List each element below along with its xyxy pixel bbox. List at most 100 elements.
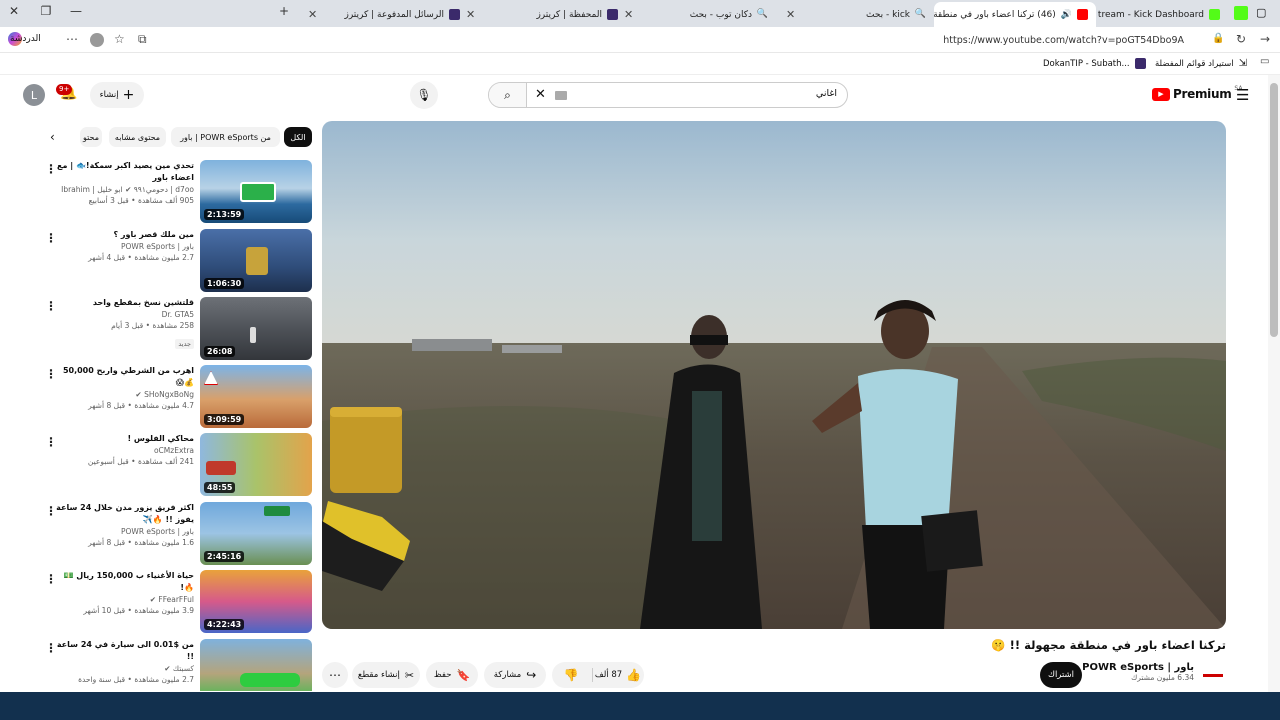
close-window-icon[interactable]: ✕ <box>4 4 24 18</box>
keyboard-icon[interactable] <box>555 91 567 100</box>
folder-icon[interactable]: ▭ <box>1260 56 1269 67</box>
lock-icon[interactable]: 🔒 <box>1212 33 1224 44</box>
chip-label: محتو <box>83 132 99 142</box>
microphone-icon: 🎙 <box>416 88 432 102</box>
bookmark-dokan[interactable]: DokanTIP - Subath... <box>1043 58 1146 69</box>
video-meta: 1.6 مليون مشاهدة • قبل 8 أشهر <box>88 538 194 547</box>
channel-name[interactable]: باور | POWR eSports <box>52 241 194 252</box>
video-title[interactable]: اهرب من الشرطي واربح 50,000 💰😱 <box>52 365 194 389</box>
maximize-window-icon[interactable]: ❐ <box>36 4 56 18</box>
search-input[interactable]: ⌕ ✕ اغاني <box>488 82 848 108</box>
video-thumbnail[interactable]: 4:22:43 <box>200 570 312 633</box>
video-thumbnail[interactable]: 1:06:30 <box>200 229 312 292</box>
sidebar-video-item[interactable]: 3:09:59 اهرب من الشرطي واربح 50,000 💰😱 S… <box>40 365 312 429</box>
clip-button[interactable]: ✂ إنشاء مقطع <box>352 662 420 688</box>
video-title[interactable]: اكثر فريق يزور مدن خلال 24 ساعة يفوز !! … <box>52 502 194 526</box>
chip-from-powr[interactable]: من POWR eSports | باور <box>171 127 280 147</box>
scrollbar-thumb[interactable] <box>1270 83 1278 337</box>
video-thumbnail[interactable] <box>200 639 312 691</box>
favorites-icon[interactable]: ☆ <box>114 32 125 46</box>
search-button[interactable]: ⌕ <box>489 83 527 107</box>
speaker-icon[interactable]: 🔊 <box>1061 10 1072 20</box>
video-thumbnail[interactable]: 2:45:16 <box>200 502 312 565</box>
video-title[interactable]: حياة الأغنياء ب 150,000 ريال 💵🔥! <box>52 570 194 594</box>
refresh-icon[interactable]: ↻ <box>1236 32 1246 46</box>
close-tab-icon[interactable]: ✕ <box>308 8 317 21</box>
more-actions-icon[interactable]: ⋮ <box>45 504 57 518</box>
like-button[interactable]: 👍 87 ألف <box>592 662 644 688</box>
sidebar-video-item[interactable]: 2:45:16 اكثر فريق يزور مدن خلال 24 ساعة … <box>40 502 312 566</box>
plus-icon: + <box>122 87 135 103</box>
more-actions-icon[interactable]: ⋮ <box>45 299 57 313</box>
chip-similar[interactable]: محتوى مشابه <box>109 127 166 147</box>
extensions-icon[interactable]: ⧉ <box>138 32 147 47</box>
tab-actions-icon[interactable]: ▢ <box>1256 6 1266 19</box>
more-actions-icon[interactable]: ⋮ <box>45 162 57 176</box>
save-button[interactable]: 🔖 حفظ <box>426 662 478 688</box>
channel-name[interactable]: Dr. GTA5 <box>52 309 194 320</box>
tab-kick-dashboard[interactable]: Stream - Kick Dashboard ✕ <box>1098 2 1228 27</box>
back-icon[interactable]: → <box>1260 32 1270 46</box>
sidebar-video-item[interactable]: من $0.01 الى سيارة في 24 ساعة !! كسبتك ✔… <box>40 639 312 691</box>
minimize-window-icon[interactable]: — <box>66 4 86 18</box>
sidebar-video-item[interactable]: 1:06:30 مين ملك قصر باور ؟ باور | POWR e… <box>40 229 312 293</box>
video-title[interactable]: قلتشين نسخ بمقطع واحد <box>52 297 194 309</box>
video-thumbnail[interactable]: 3:09:59 <box>200 365 312 428</box>
tab-youtube-video[interactable]: 🔊 (46) تركنا اعضاء باور في منطقة ✕ <box>934 2 1096 27</box>
menu-hamburger-icon[interactable]: ☰ <box>1236 86 1249 104</box>
channel-name[interactable]: oCMzExtra <box>52 445 194 456</box>
video-title[interactable]: تحدي مين يصيد اكبر سمكة!🐟 | مع اعضاء باو… <box>52 160 194 184</box>
profile-avatar[interactable] <box>90 33 104 47</box>
share-button[interactable]: ↪ مشاركة <box>484 662 546 688</box>
more-actions-icon[interactable]: ⋮ <box>45 641 57 655</box>
create-button[interactable]: إنشاء + <box>90 82 144 108</box>
search-icon: ⌕ <box>504 87 511 102</box>
channel-name[interactable]: كسبتك ✔ <box>52 663 194 674</box>
tab-paid-messages[interactable]: الرسائل المدفوعة | كريترز ✕ <box>300 2 468 27</box>
video-thumbnail[interactable]: 26:08 <box>200 297 312 360</box>
new-tab-icon[interactable]: + <box>274 4 294 18</box>
sidebar-video-item[interactable]: 2:13:59 تحدي مين يصيد اكبر سمكة!🐟 | مع ا… <box>40 160 312 224</box>
more-actions-icon[interactable]: ⋮ <box>45 367 57 381</box>
channel-avatar[interactable] <box>1200 664 1226 686</box>
channel-name[interactable]: باور | POWR eSports <box>1082 662 1194 673</box>
channel-name[interactable]: d7oo | دحومي٩٩١ ✔ ابو خليل | Ibrahim <box>52 184 194 195</box>
chip-similar-2[interactable]: محتو <box>80 127 102 147</box>
address-field[interactable]: https://www.youtube.com/watch?v=poGT54Db… <box>158 30 1228 50</box>
chip-all[interactable]: الكل <box>284 127 312 147</box>
video-title[interactable]: من $0.01 الى سيارة في 24 ساعة !! <box>52 639 194 663</box>
sidebar-video-item[interactable]: 26:08 قلتشين نسخ بمقطع واحد Dr. GTA5 258… <box>40 297 312 361</box>
close-tab-icon[interactable]: ✕ <box>786 8 795 21</box>
tab-wallet[interactable]: المحفظة | كريترز ✕ <box>458 2 626 27</box>
subscribe-button[interactable]: اشتراك <box>1040 662 1082 688</box>
video-title[interactable]: مين ملك قصر باور ؟ <box>52 229 194 241</box>
sidebar-video-item[interactable]: 4:22:43 حياة الأغنياء ب 150,000 ريال 💵🔥!… <box>40 570 312 634</box>
youtube-premium-logo[interactable]: ▶ Premium SA <box>1152 85 1242 101</box>
video-player[interactable] <box>322 121 1226 629</box>
more-actions-icon[interactable]: ⋮ <box>45 435 57 449</box>
page-scrollbar[interactable] <box>1268 75 1280 692</box>
close-tab-icon[interactable]: ✕ <box>466 8 475 21</box>
chips-next-chevron-icon[interactable]: ‹ <box>50 130 55 144</box>
bookmark-import[interactable]: استيراد قوائم المفضلة ⇲ <box>1155 58 1247 69</box>
voice-search-button[interactable]: 🎙 <box>410 81 438 109</box>
close-tab-icon[interactable]: ✕ <box>624 8 633 21</box>
dislike-button[interactable]: 👎 <box>552 662 590 688</box>
more-actions-icon[interactable]: ⋮ <box>45 231 57 245</box>
video-title[interactable]: محاكي الفلوس ! <box>52 433 194 445</box>
more-actions-icon[interactable]: ⋮ <box>45 572 57 586</box>
video-thumbnail[interactable]: 2:13:59 <box>200 160 312 223</box>
account-avatar[interactable]: L <box>23 84 45 106</box>
more-options-icon[interactable]: ⋯ <box>66 32 78 46</box>
more-video-actions-button[interactable]: ⋯ <box>322 662 348 688</box>
duration-badge: 26:08 <box>204 346 236 357</box>
tab-search-kick[interactable]: 🔍 kick - بحث ✕ <box>778 2 934 27</box>
video-thumbnail[interactable]: 48:55 <box>200 433 312 496</box>
tab-search-dokan[interactable]: 🔍 دكان توب - بحث ✕ <box>616 2 776 27</box>
channel-name[interactable]: SHoNgxBoNg ✔ <box>52 389 194 400</box>
channel-name[interactable]: باور | POWR eSports <box>52 526 194 537</box>
channel-name[interactable]: FFearFFul ✔ <box>52 594 194 605</box>
sidebar-video-item[interactable]: 48:55 محاكي الفلوس ! oCMzExtra 241 ألف م… <box>40 433 312 497</box>
clear-search-icon[interactable]: ✕ <box>535 87 546 102</box>
kick-extension-icon[interactable] <box>1234 6 1248 20</box>
